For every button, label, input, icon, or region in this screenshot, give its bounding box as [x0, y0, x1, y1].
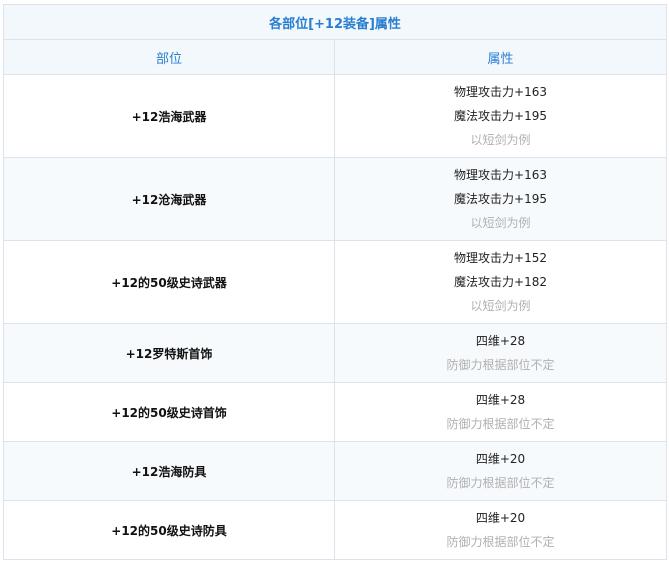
attribute-note: 以短剑为例	[470, 299, 531, 313]
part-name: +12浩海武器	[3, 74, 335, 158]
attribute-line: 物理攻击力+152	[454, 251, 547, 265]
table-row: +12浩海防具 四维+20 防御力根据部位不定	[3, 441, 667, 501]
attribute-line: 物理攻击力+163	[454, 168, 547, 182]
attribute-line: 魔法攻击力+182	[454, 275, 547, 289]
table-row: +12的50级史诗首饰 四维+28 防御力根据部位不定	[3, 382, 667, 442]
attribute-note: 以短剑为例	[470, 216, 531, 230]
attribute-cell: 物理攻击力+152 魔法攻击力+182 以短剑为例	[334, 240, 667, 324]
attribute-cell: 物理攻击力+163 魔法攻击力+195 以短剑为例	[334, 157, 667, 241]
table-row: +12的50级史诗武器 物理攻击力+152 魔法攻击力+182 以短剑为例	[3, 240, 667, 324]
attribute-note: 防御力根据部位不定	[446, 476, 555, 490]
attribute-cell: 四维+28 防御力根据部位不定	[334, 382, 667, 442]
attribute-cell: 四维+20 防御力根据部位不定	[334, 500, 667, 560]
attribute-cell: 四维+20 防御力根据部位不定	[334, 441, 667, 501]
part-name: +12的50级史诗防具	[3, 500, 335, 560]
part-name: +12浩海防具	[3, 441, 335, 501]
attribute-line: 四维+20	[475, 511, 526, 525]
attribute-cell: 物理攻击力+163 魔法攻击力+195 以短剑为例	[334, 74, 667, 158]
attribute-line: 魔法攻击力+195	[454, 109, 547, 123]
attribute-line: 物理攻击力+163	[454, 85, 547, 99]
part-name: +12的50级史诗首饰	[3, 382, 335, 442]
attribute-table: 各部位[+12装备]属性 部位 属性 +12浩海武器 物理攻击力+163 魔法攻…	[3, 4, 667, 560]
attribute-note: 防御力根据部位不定	[446, 358, 555, 372]
table-row: +12的50级史诗防具 四维+20 防御力根据部位不定	[3, 500, 667, 560]
attribute-cell: 四维+28 防御力根据部位不定	[334, 323, 667, 383]
table-row: +12罗特斯首饰 四维+28 防御力根据部位不定	[3, 323, 667, 383]
attribute-note: 防御力根据部位不定	[446, 535, 555, 549]
attribute-line: 四维+20	[475, 452, 526, 466]
attribute-line: 魔法攻击力+195	[454, 192, 547, 206]
column-header-attribute: 属性	[334, 39, 667, 75]
column-header-part: 部位	[3, 39, 335, 75]
part-name: +12沧海武器	[3, 157, 335, 241]
attribute-note: 防御力根据部位不定	[446, 417, 555, 431]
part-name: +12的50级史诗武器	[3, 240, 335, 324]
attribute-table-container: 各部位[+12装备]属性 部位 属性 +12浩海武器 物理攻击力+163 魔法攻…	[3, 4, 667, 560]
part-name: +12罗特斯首饰	[3, 323, 335, 383]
table-row: +12浩海武器 物理攻击力+163 魔法攻击力+195 以短剑为例	[3, 74, 667, 158]
table-row: +12沧海武器 物理攻击力+163 魔法攻击力+195 以短剑为例	[3, 157, 667, 241]
attribute-line: 四维+28	[475, 334, 526, 348]
table-title: 各部位[+12装备]属性	[3, 4, 667, 40]
attribute-line: 四维+28	[475, 393, 526, 407]
attribute-note: 以短剑为例	[470, 133, 531, 147]
